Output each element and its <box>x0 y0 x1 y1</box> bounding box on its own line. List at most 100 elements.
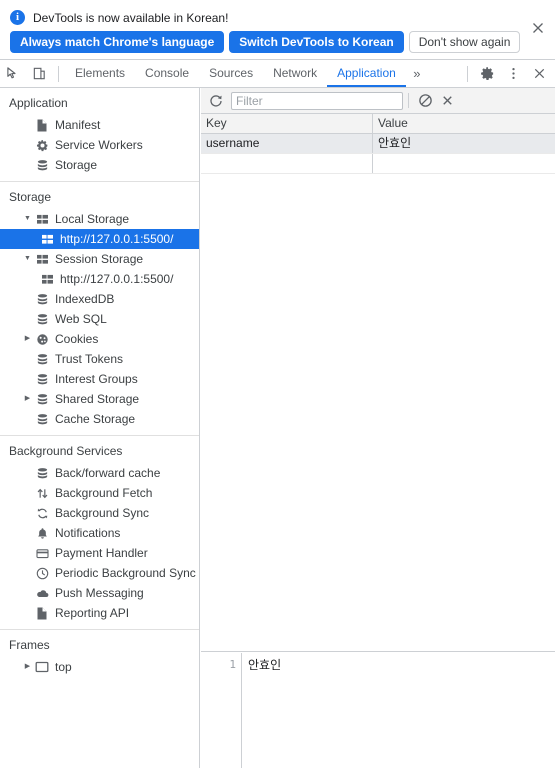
sidebar-item-label: Session Storage <box>55 252 144 266</box>
sidebar-item-cookies[interactable]: ▶ Cookies <box>0 329 199 349</box>
sidebar-item-storage[interactable]: Storage <box>0 155 199 175</box>
table-icon <box>38 274 56 285</box>
infobar-message-row: i DevTools is now available in Korean! <box>10 10 228 25</box>
chevron-right-icon[interactable]: ▶ <box>22 657 33 677</box>
sidebar-section-title: Storage <box>9 190 52 204</box>
sidebar-item-label: Payment Handler <box>55 546 148 560</box>
sidebar-item-label: Local Storage <box>55 212 130 226</box>
language-infobar: i DevTools is now available in Korean! A… <box>0 0 555 60</box>
sidebar-section-frames: Frames ▶ top <box>0 630 199 683</box>
sidebar-item-background-sync[interactable]: Background Sync <box>0 503 199 523</box>
cookie-icon <box>33 333 51 346</box>
close-devtools-icon[interactable] <box>526 61 552 87</box>
chevron-right-icon[interactable]: ▶ <box>22 329 33 349</box>
always-match-chrome-language-button[interactable]: Always match Chrome's language <box>10 31 225 53</box>
settings-gear-icon[interactable] <box>474 61 500 87</box>
table-icon <box>33 254 51 265</box>
switch-devtools-to-korean-button[interactable]: Switch DevTools to Korean <box>229 31 404 53</box>
sidebar-item-push-messaging[interactable]: Push Messaging <box>0 583 199 603</box>
tab-sources[interactable]: Sources <box>199 60 263 87</box>
clock-icon <box>33 567 51 580</box>
sidebar-item-periodic-background-sync[interactable]: Periodic Background Sync <box>0 563 199 583</box>
sidebar-item-back-forward-cache[interactable]: Back/forward cache <box>0 463 199 483</box>
sidebar-item-reporting-api[interactable]: Reporting API <box>0 603 199 623</box>
sidebar-item-web-sql[interactable]: Web SQL <box>0 309 199 329</box>
delete-selected-icon[interactable] <box>436 90 458 112</box>
application-sidebar[interactable]: Application Manifest Service Workers Sto… <box>0 88 200 768</box>
sidebar-item-notifications[interactable]: Notifications <box>0 523 199 543</box>
row-key-cell[interactable]: username <box>201 134 373 153</box>
devtools-tabbar: Elements Console Sources Network Applica… <box>0 60 555 88</box>
sidebar-item-label: Service Workers <box>55 138 143 152</box>
device-toolbar-icon[interactable] <box>26 61 52 87</box>
tab-application[interactable]: Application <box>327 60 406 87</box>
info-icon: i <box>10 10 25 25</box>
sidebar-item-trust-tokens[interactable]: Trust Tokens <box>0 349 199 369</box>
sidebar-section-title: Application <box>9 96 68 110</box>
datagrid-empty-row <box>201 154 555 174</box>
filter-input[interactable] <box>231 91 403 110</box>
storage-toolbar <box>201 88 555 114</box>
sidebar-item-label: Trust Tokens <box>55 352 124 366</box>
sidebar-item-local-storage[interactable]: ▼ Local Storage <box>0 209 199 229</box>
sidebar-item-label: Background Fetch <box>55 486 153 500</box>
sidebar-item-cache-storage[interactable]: Cache Storage <box>0 409 199 429</box>
datagrid-body: username 안효인 <box>201 134 555 650</box>
tab-console[interactable]: Console <box>135 60 199 87</box>
infobar-message: DevTools is now available in Korean! <box>33 10 229 25</box>
chevron-down-icon[interactable]: ▼ <box>22 249 33 269</box>
datagrid-header: Key Value <box>201 114 555 134</box>
sidebar-item-manifest[interactable]: Manifest <box>0 115 199 135</box>
sidebar-item-label: Periodic Background Sync <box>55 566 196 580</box>
more-options-icon[interactable] <box>500 61 526 87</box>
sidebar-item-label: Web SQL <box>55 312 107 326</box>
sidebar-section-title: Frames <box>9 638 50 652</box>
column-header-key[interactable]: Key <box>201 114 373 133</box>
sidebar-item-payment-handler[interactable]: Payment Handler <box>0 543 199 563</box>
infobar-button-row: Always match Chrome's language Switch De… <box>10 31 521 53</box>
database-icon <box>33 413 51 426</box>
sidebar-item-background-fetch[interactable]: Background Fetch <box>0 483 199 503</box>
sidebar-section-storage: Storage ▼ Local Storage http://127.0.0.1… <box>0 182 199 436</box>
tab-elements[interactable]: Elements <box>65 60 135 87</box>
close-icon[interactable] <box>529 19 547 37</box>
sidebar-item-label: Interest Groups <box>55 372 138 386</box>
preview-text[interactable]: 안효인 <box>242 653 555 768</box>
sidebar-item-top-frame[interactable]: ▶ top <box>0 657 199 677</box>
sidebar-item-label: Reporting API <box>55 606 130 620</box>
sidebar-item-label: Cookies <box>55 332 99 346</box>
more-tabs-icon[interactable]: » <box>406 61 428 87</box>
column-header-value[interactable]: Value <box>373 114 555 133</box>
refresh-icon[interactable] <box>205 90 227 112</box>
database-icon <box>33 467 51 480</box>
sidebar-item-service-workers[interactable]: Service Workers <box>0 135 199 155</box>
database-icon <box>33 393 51 406</box>
row-value-cell[interactable]: 안효인 <box>373 134 555 153</box>
sidebar-item-label: Cache Storage <box>55 412 136 426</box>
toolbar-divider-right <box>467 65 468 82</box>
value-preview-pane: 1 안효인 <box>201 653 555 768</box>
database-icon <box>33 313 51 326</box>
storage-datagrid[interactable]: Key Value username 안효인 <box>201 114 555 652</box>
sidebar-item-local-storage-origin[interactable]: http://127.0.0.1:5500/ <box>0 229 199 249</box>
sidebar-item-label: Back/forward cache <box>55 466 161 480</box>
sidebar-item-indexeddb[interactable]: IndexedDB <box>0 289 199 309</box>
dont-show-again-button[interactable]: Don't show again <box>408 31 521 53</box>
sidebar-item-label: Notifications <box>55 526 121 540</box>
sidebar-section-title: Background Services <box>9 444 123 458</box>
database-icon <box>33 159 51 172</box>
sidebar-item-session-storage[interactable]: ▼ Session Storage <box>0 249 199 269</box>
sidebar-item-shared-storage[interactable]: ▶ Shared Storage <box>0 389 199 409</box>
toolbar-divider <box>58 65 59 82</box>
tab-network[interactable]: Network <box>263 60 327 87</box>
clear-all-icon[interactable] <box>414 90 436 112</box>
chevron-down-icon[interactable]: ▼ <box>22 209 33 229</box>
sidebar-item-session-storage-origin[interactable]: http://127.0.0.1:5500/ <box>0 269 199 289</box>
database-icon <box>33 373 51 386</box>
sidebar-item-label: Push Messaging <box>55 586 144 600</box>
sidebar-item-interest-groups[interactable]: Interest Groups <box>0 369 199 389</box>
arrows-up-down-icon <box>33 487 51 500</box>
chevron-right-icon[interactable]: ▶ <box>22 389 33 409</box>
table-row[interactable]: username 안효인 <box>201 134 555 154</box>
inspect-element-icon[interactable] <box>0 61 26 87</box>
